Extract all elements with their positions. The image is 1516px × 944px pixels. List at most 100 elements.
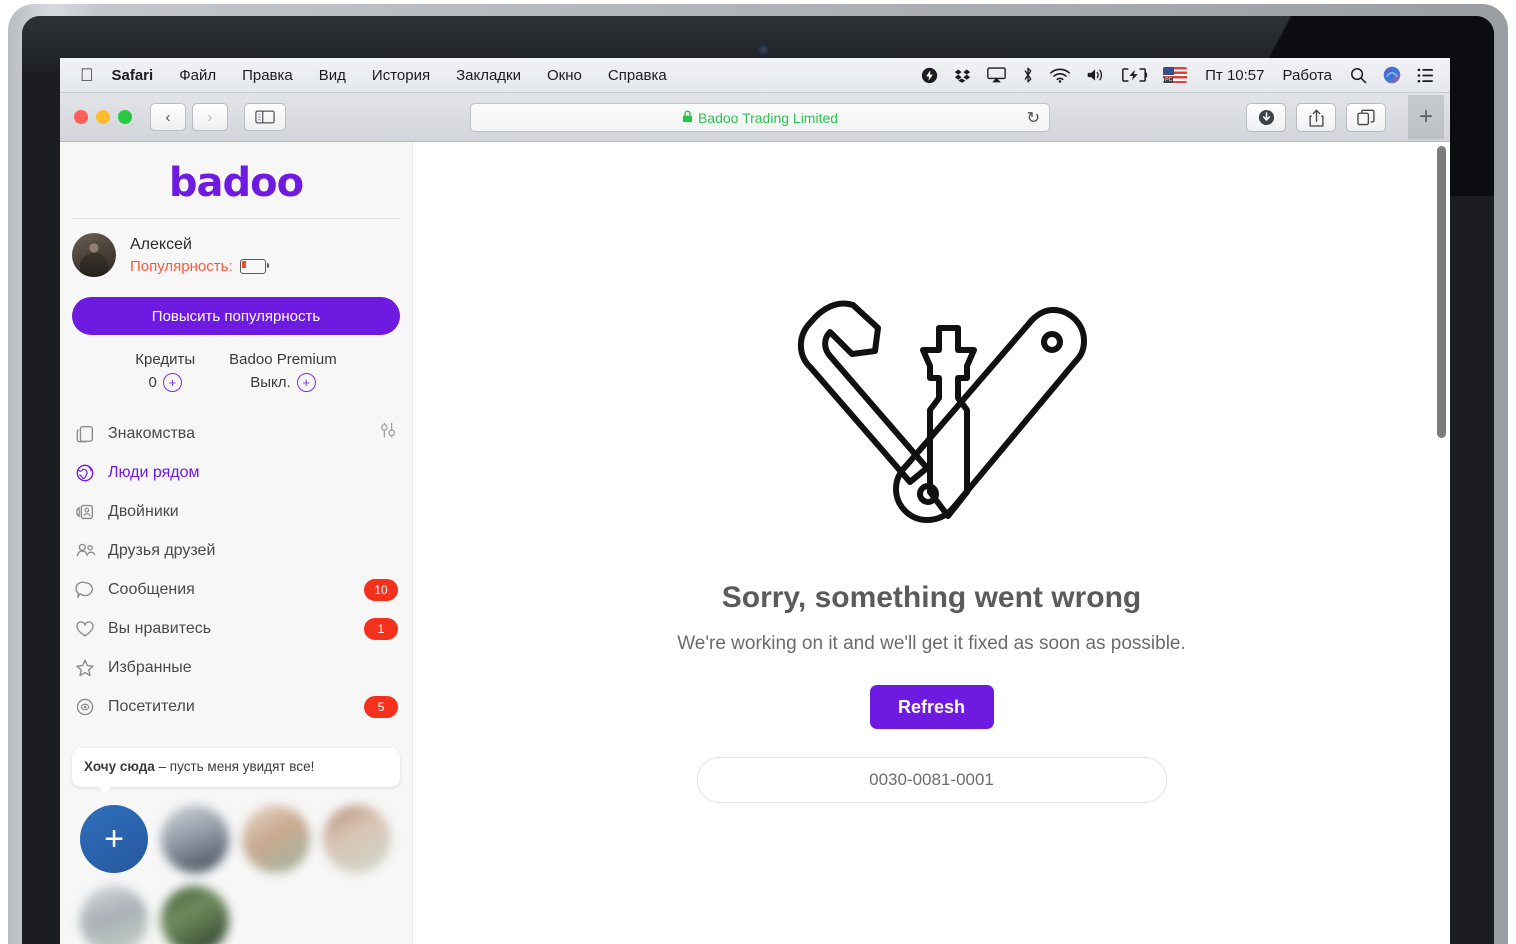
sidebar-item-lookalikes[interactable]: Двойники xyxy=(60,492,412,531)
credits-block[interactable]: Кредиты 0 + xyxy=(135,351,195,392)
maximize-button[interactable] xyxy=(118,110,132,124)
menu-item-window[interactable]: Окно xyxy=(547,67,582,84)
photo-upload-tooltip: Хочу сюда – пусть меня увидят все! xyxy=(72,748,400,795)
navigation-buttons: ‹ › xyxy=(150,103,228,131)
sidebar-item-favourites[interactable]: Избранные xyxy=(60,648,412,687)
app-sidebar: badoo Алексей Популярность: Повысить поп… xyxy=(60,142,413,944)
tab-overview-icon[interactable] xyxy=(1346,103,1386,132)
add-photo-button[interactable]: + xyxy=(80,805,148,874)
sidebar-item-label: Сообщения xyxy=(108,580,195,598)
sidebar-item-encounters[interactable]: Знакомства xyxy=(60,414,412,453)
sidebar-item-label: Посетители xyxy=(108,697,195,715)
menu-item-bookmarks[interactable]: Закладки xyxy=(456,67,521,84)
apple-icon[interactable]:  xyxy=(80,66,94,84)
filter-sliders-icon[interactable] xyxy=(378,421,398,446)
share-icon[interactable] xyxy=(1296,103,1336,132)
sidebar-nav: Знакомства Люди рядом Двойники Друзья др… xyxy=(60,414,412,726)
photo-thumbnail[interactable] xyxy=(80,886,148,944)
sidebar-item-label: Знакомства xyxy=(108,424,196,442)
minimize-button[interactable] xyxy=(96,110,110,124)
credits-value: 0 xyxy=(148,374,157,391)
menu-item-view[interactable]: Вид xyxy=(319,67,346,84)
sidebar-item-messages[interactable]: Сообщения 10 xyxy=(60,570,412,609)
multitool-wrench-screwdriver-knife-icon xyxy=(767,258,1097,563)
photo-thumbnail[interactable] xyxy=(161,886,229,944)
dropbox-icon[interactable] xyxy=(954,67,971,84)
popularity-label: Популярность: xyxy=(130,257,233,275)
sidebar-item-friends-of-friends[interactable]: Друзья друзей xyxy=(60,531,412,570)
search-icon[interactable] xyxy=(1350,67,1367,84)
credits-value-row: 0 + xyxy=(135,373,195,392)
laptop-frame:  Safari Файл Правка Вид История Закладк… xyxy=(0,0,1516,944)
webcam-icon xyxy=(757,44,770,57)
address-bar[interactable]: Badoo Trading Limited ↻ xyxy=(470,103,1050,132)
error-subtitle: We're working on it and we'll get it fix… xyxy=(677,633,1186,654)
user-name: Алексей xyxy=(130,235,192,253)
photo-thumbnail[interactable] xyxy=(161,805,229,874)
menu-item-safari[interactable]: Safari xyxy=(112,67,154,84)
globe-icon xyxy=(74,462,108,484)
menu-item-help[interactable]: Справка xyxy=(608,67,667,84)
premium-value: Выкл. xyxy=(250,374,291,391)
add-credits-icon[interactable]: + xyxy=(162,373,182,392)
premium-title: Badoo Premium xyxy=(229,351,337,368)
tooltip-bold-text: Хочу сюда xyxy=(84,759,155,774)
credits-row: Кредиты 0 + Badoo Premium Выкл. + xyxy=(60,351,412,392)
chat-bubble-icon xyxy=(74,579,108,601)
bluetooth-icon[interactable] xyxy=(1022,66,1034,84)
photo-thumbnail[interactable] xyxy=(242,805,310,874)
sidebar-item-likes[interactable]: Вы нравитесь 1 xyxy=(60,609,412,648)
volume-icon[interactable] xyxy=(1086,67,1105,83)
people-icon xyxy=(74,540,108,562)
premium-block[interactable]: Badoo Premium Выкл. + xyxy=(229,351,337,392)
safari-window:  Safari Файл Правка Вид История Закладк… xyxy=(60,58,1450,944)
add-premium-icon[interactable]: + xyxy=(296,373,316,392)
refresh-button[interactable]: Refresh xyxy=(869,685,994,729)
sidebar-item-visitors[interactable]: Посетители 5 xyxy=(60,687,412,726)
popularity-battery-icon xyxy=(239,258,269,274)
error-code: 0030-0081-0001 xyxy=(696,757,1167,803)
star-icon xyxy=(74,657,108,679)
eye-icon xyxy=(74,696,108,718)
photo-grid: + xyxy=(60,787,412,944)
status-badge: 5 xyxy=(364,695,398,718)
lock-icon xyxy=(682,110,693,126)
notification-center-icon[interactable] xyxy=(1417,68,1434,83)
download-icon[interactable] xyxy=(1246,103,1286,132)
sidebar-item-label: Избранные xyxy=(108,658,192,676)
cards-icon xyxy=(74,423,108,445)
menu-item-history[interactable]: История xyxy=(372,67,430,84)
keyboard-flag-icon[interactable]: PC xyxy=(1163,67,1188,83)
airplay-icon[interactable] xyxy=(987,67,1006,83)
wifi-icon[interactable] xyxy=(1050,68,1071,83)
page-scrollbar[interactable] xyxy=(1437,146,1446,438)
status-badge: 10 xyxy=(364,578,398,601)
heart-icon xyxy=(74,618,108,640)
sidebar-item-label: Друзья друзей xyxy=(108,541,216,559)
site-name: Badoo Trading Limited xyxy=(697,109,839,126)
reload-button[interactable]: ↻ xyxy=(1027,108,1040,128)
siri-icon[interactable] xyxy=(1383,66,1401,84)
avatar[interactable] xyxy=(72,233,116,277)
battery-charging-icon[interactable] xyxy=(1121,68,1148,82)
forward-button[interactable]: › xyxy=(192,103,228,131)
menu-item-edit[interactable]: Правка xyxy=(242,67,293,84)
menu-item-file[interactable]: Файл xyxy=(179,67,216,84)
sidebar-toggle-icon[interactable] xyxy=(244,103,286,131)
menubar-user[interactable]: Работа xyxy=(1283,67,1333,84)
popularity-row: Популярность: xyxy=(130,257,269,275)
user-summary[interactable]: Алексей Популярность: xyxy=(60,219,412,285)
sidebar-item-label: Люди рядом xyxy=(108,463,200,481)
badoo-logo[interactable]: badoo xyxy=(60,142,412,218)
premium-value-row: Выкл. + xyxy=(229,373,337,392)
close-button[interactable] xyxy=(74,110,88,124)
boost-popularity-button[interactable]: Повысить популярность xyxy=(72,297,400,335)
new-tab-button[interactable]: + xyxy=(1408,95,1444,139)
photo-thumbnail[interactable] xyxy=(323,805,391,874)
menubar-clock[interactable]: Пт 10:57 xyxy=(1205,67,1264,84)
sidebar-item-people-nearby[interactable]: Люди рядом xyxy=(60,453,412,492)
bolt-icon[interactable] xyxy=(921,67,938,84)
back-button[interactable]: ‹ xyxy=(150,103,186,131)
window-controls xyxy=(74,110,132,124)
sidebar-item-label: Двойники xyxy=(108,502,179,520)
